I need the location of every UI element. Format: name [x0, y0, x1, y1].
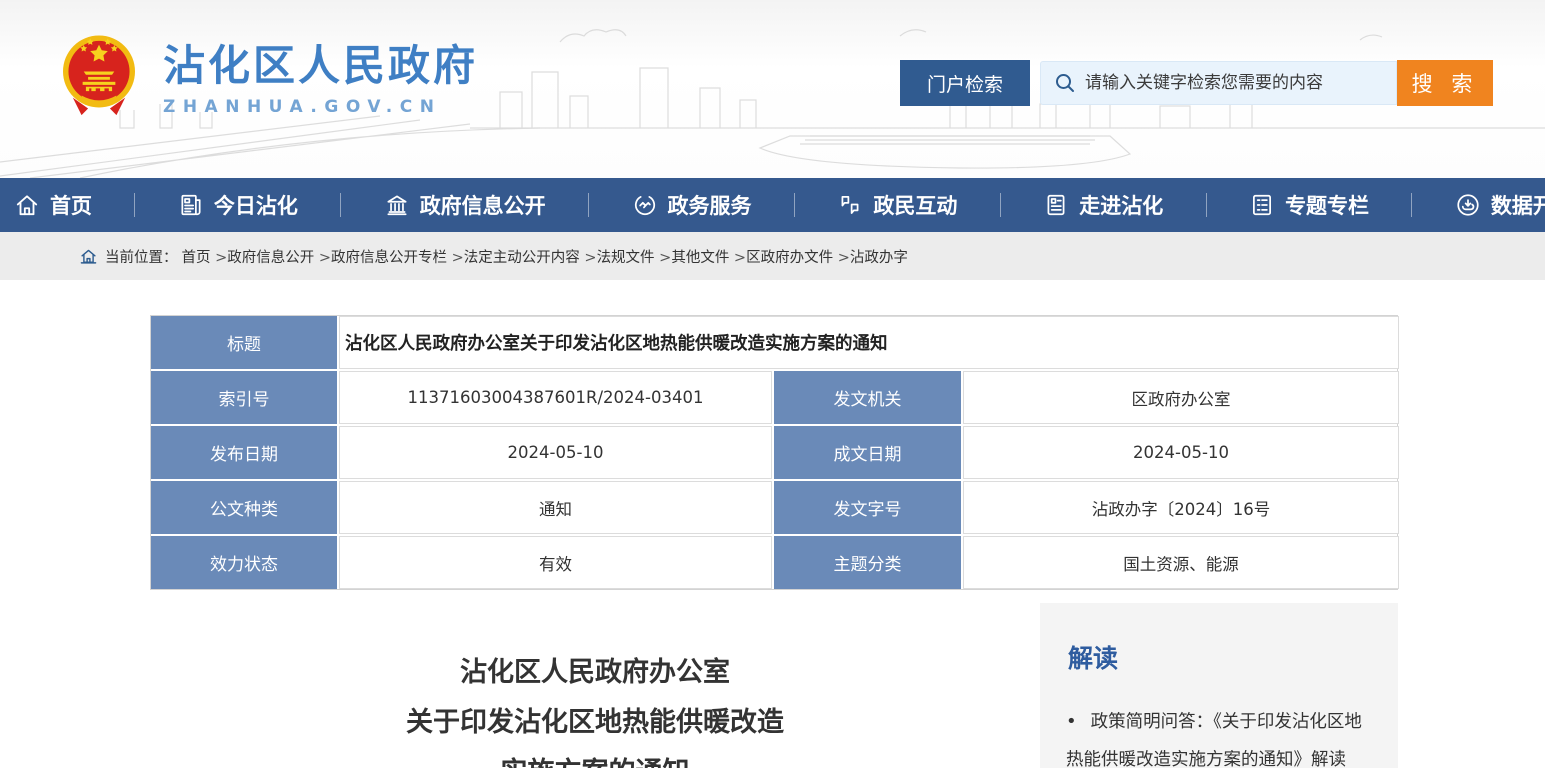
cloud-download-icon: [1455, 192, 1481, 218]
meta-publish-value: 2024-05-10: [339, 426, 772, 479]
list-icon: [1249, 192, 1275, 218]
meta-index-value: 11371603004387601R/2024-03401: [339, 371, 772, 424]
meta-title-value: 沾化区人民政府办公室关于印发沾化区地热能供暖改造实施方案的通知: [339, 316, 1399, 369]
crumb-current: 沾政办字: [850, 246, 908, 267]
nav-separator: [794, 193, 795, 217]
nav-label: 政府信息公开: [420, 190, 546, 220]
meta-written-label: 成文日期: [774, 426, 961, 479]
interpretation-link[interactable]: 政策简明问答：《关于印发沾化区地热能供暖改造实施方案的通知》解读: [1066, 703, 1372, 768]
meta-written-value: 2024-05-10: [963, 426, 1399, 479]
article-title: 沾化区人民政府办公室 关于印发沾化区地热能供暖改造 实施方案的通知: [150, 648, 1040, 768]
main-navigation: 首页 今日沾化 政府信息公开: [0, 178, 1545, 232]
crumb-statutory-content[interactable]: 法定主动公开内容: [464, 246, 597, 267]
article-column: 沾化区人民政府办公室 关于印发沾化区地热能供暖改造 实施方案的通知: [150, 603, 1040, 768]
nav-item-open-data[interactable]: 数据开放: [1455, 190, 1545, 220]
nav-separator: [1411, 193, 1412, 217]
breadcrumb-label: 当前位置：: [105, 246, 178, 267]
nav-item-info-disclosure[interactable]: 政府信息公开: [384, 190, 546, 220]
nav-label: 数据开放: [1491, 190, 1545, 220]
nav-item-home[interactable]: 首页: [14, 190, 92, 220]
interpretation-list: 政策简明问答：《关于印发沾化区地热能供暖改造实施方案的通知》解读: [1066, 703, 1372, 768]
portal-search-button[interactable]: 门户检索: [900, 60, 1030, 106]
crumb-info-disclosure[interactable]: 政府信息公开: [227, 246, 331, 267]
site-title: 沾化区人民政府: [163, 40, 478, 92]
article-title-line1: 沾化区人民政府办公室: [150, 648, 1040, 698]
meta-publish-label: 发布日期: [151, 426, 337, 479]
meta-agency-label: 发文机关: [774, 371, 961, 424]
nav-item-special-topics[interactable]: 专题专栏: [1249, 190, 1369, 220]
nav-item-services[interactable]: 政务服务: [632, 190, 752, 220]
interpretation-title: 解读: [1068, 639, 1372, 675]
crumb-regulations[interactable]: 法规文件: [597, 246, 672, 267]
meta-category-label: 主题分类: [774, 536, 961, 589]
nav-inner: 首页 今日沾化 政府信息公开: [0, 178, 1545, 232]
nav-item-about[interactable]: 走进沾化: [1043, 190, 1163, 220]
nav-label: 首页: [50, 190, 92, 220]
meta-validity-value: 有效: [339, 536, 772, 589]
nav-separator: [588, 193, 589, 217]
meta-title-label: 标题: [151, 316, 337, 369]
crumb-info-column[interactable]: 政府信息公开专栏: [331, 246, 464, 267]
document-icon: [1043, 192, 1069, 218]
breadcrumb-home-icon: [80, 248, 97, 265]
search-box: [1040, 61, 1397, 105]
national-emblem-icon: [55, 30, 143, 126]
meta-number-value: 沾政办字〔2024〕16号: [963, 481, 1399, 534]
meta-index-label: 索引号: [151, 371, 337, 424]
nav-label: 政务服务: [668, 190, 752, 220]
logo-text: 沾化区人民政府 ZHANHUA.GOV.CN: [163, 40, 478, 117]
meta-agency-value: 区政府办公室: [963, 371, 1399, 424]
search-cluster: 门户检索 搜 索: [900, 60, 1493, 106]
meta-number-label: 发文字号: [774, 481, 961, 534]
meta-doctype-label: 公文种类: [151, 481, 337, 534]
article-title-line2: 关于印发沾化区地热能供暖改造: [150, 698, 1040, 748]
nav-separator: [340, 193, 341, 217]
content-row: 沾化区人民政府办公室 关于印发沾化区地热能供暖改造 实施方案的通知 解读 政策简…: [150, 603, 1398, 768]
breadcrumb: 当前位置： 首页 政府信息公开 政府信息公开专栏 法定主动公开内容 法规文件 其…: [0, 232, 1545, 280]
crumb-office-docs[interactable]: 区政府办文件: [746, 246, 850, 267]
news-icon: [178, 192, 204, 218]
site-domain: ZHANHUA.GOV.CN: [163, 97, 478, 117]
crumb-home[interactable]: 首页: [182, 246, 228, 267]
nav-label: 今日沾化: [214, 190, 298, 220]
chat-icon: [837, 192, 863, 218]
bank-icon: [384, 192, 410, 218]
interpretation-panel: 解读 政策简明问答：《关于印发沾化区地热能供暖改造实施方案的通知》解读: [1040, 603, 1398, 768]
search-icon: [1054, 72, 1076, 94]
nav-separator: [1206, 193, 1207, 217]
nav-label: 走进沾化: [1079, 190, 1163, 220]
search-submit-button[interactable]: 搜 索: [1397, 60, 1493, 106]
nav-separator: [134, 193, 135, 217]
site-logo[interactable]: 沾化区人民政府 ZHANHUA.GOV.CN: [55, 30, 478, 126]
handshake-icon: [632, 192, 658, 218]
crumb-other-docs[interactable]: 其他文件: [671, 246, 746, 267]
home-icon: [14, 192, 40, 218]
site-header: 沾化区人民政府 ZHANHUA.GOV.CN 门户检索 搜 索: [0, 0, 1545, 178]
search-input[interactable]: [1085, 73, 1385, 93]
nav-item-today[interactable]: 今日沾化: [178, 190, 298, 220]
article-title-line3: 实施方案的通知: [150, 748, 1040, 768]
meta-category-value: 国土资源、能源: [963, 536, 1399, 589]
nav-separator: [1000, 193, 1001, 217]
main-content: 标题 沾化区人民政府办公室关于印发沾化区地热能供暖改造实施方案的通知 索引号 1…: [150, 315, 1398, 768]
nav-label: 专题专栏: [1285, 190, 1369, 220]
meta-doctype-value: 通知: [339, 481, 772, 534]
nav-label: 政民互动: [873, 190, 957, 220]
nav-item-interaction[interactable]: 政民互动: [837, 190, 957, 220]
document-meta-table: 标题 沾化区人民政府办公室关于印发沾化区地热能供暖改造实施方案的通知 索引号 1…: [150, 315, 1398, 590]
meta-validity-label: 效力状态: [151, 536, 337, 589]
